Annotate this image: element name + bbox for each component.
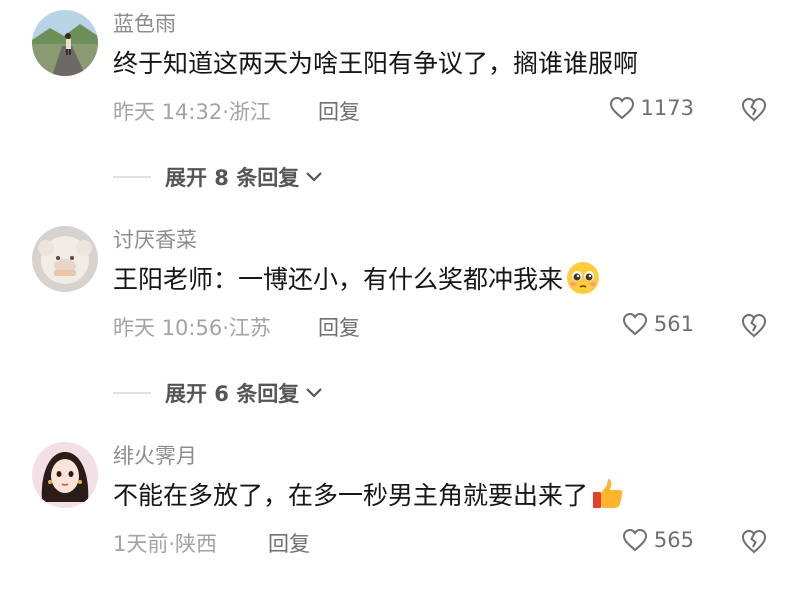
plush-toy-avatar-icon <box>32 226 98 292</box>
broken-heart-icon <box>741 313 767 338</box>
pleading-face-emoji-icon <box>565 260 601 296</box>
expand-replies-label: 展开 8 条回复 <box>165 166 300 190</box>
reply-button[interactable]: 回复 <box>318 96 360 126</box>
like-button[interactable]: 565 <box>622 528 694 552</box>
expand-replies-label: 展开 6 条回复 <box>165 382 300 406</box>
cartoon-girl-avatar-icon <box>32 442 98 508</box>
heart-icon <box>622 528 647 552</box>
comment-text: 王阳老师：一博还小，有什么奖都冲我来 <box>113 260 601 296</box>
roadside-photo-avatar-icon <box>32 10 98 76</box>
reply-button[interactable]: 回复 <box>318 312 360 342</box>
like-count: 1173 <box>640 96 694 120</box>
avatar[interactable] <box>32 442 98 508</box>
comment-text-content: 终于知道这两天为啥王阳有争议了，搁谁谁服啊 <box>113 49 639 78</box>
expand-replies-button[interactable]: 展开 6 条回复 <box>113 378 323 408</box>
dislike-button[interactable] <box>740 96 768 122</box>
like-button[interactable]: 1173 <box>609 96 694 120</box>
comment-item: 蓝色雨 终于知道这两天为啥王阳有争议了，搁谁谁服啊 昨天 14:32·浙江 回复… <box>0 8 800 190</box>
username[interactable]: 蓝色雨 <box>113 8 176 38</box>
comment-item: 讨厌香菜 王阳老师：一博还小，有什么奖都冲我来 昨天 10:56·江苏 回复 5… <box>0 224 800 406</box>
chevron-down-icon <box>306 172 323 182</box>
username[interactable]: 绯火霁月 <box>113 440 197 470</box>
like-button[interactable]: 561 <box>622 312 694 336</box>
expand-replies-button[interactable]: 展开 8 条回复 <box>113 162 323 192</box>
thumbs-up-emoji-icon <box>590 476 626 512</box>
broken-heart-icon <box>741 529 767 554</box>
reply-button[interactable]: 回复 <box>268 528 310 558</box>
heart-icon <box>622 312 647 336</box>
comment-meta: 1天前·陕西 <box>113 532 218 556</box>
chevron-down-icon <box>306 388 323 398</box>
avatar[interactable] <box>32 10 98 76</box>
comment-text: 终于知道这两天为啥王阳有争议了，搁谁谁服啊 <box>113 44 638 80</box>
dislike-button[interactable] <box>740 528 768 554</box>
comment-text: 不能在多放了，在多一秒男主角就要出来了 <box>113 476 626 512</box>
like-count: 565 <box>653 528 694 552</box>
comment-text-content: 王阳老师：一博还小，有什么奖都冲我来 <box>113 265 564 294</box>
comment-text-content: 不能在多放了，在多一秒男主角就要出来了 <box>113 481 589 510</box>
divider <box>113 176 151 178</box>
comment-meta: 昨天 14:32·浙江 <box>113 100 271 124</box>
username[interactable]: 讨厌香菜 <box>113 224 197 254</box>
like-count: 561 <box>653 312 694 336</box>
dislike-button[interactable] <box>740 312 768 338</box>
avatar[interactable] <box>32 226 98 292</box>
heart-icon <box>609 96 634 120</box>
broken-heart-icon <box>741 97 767 122</box>
comment-meta: 昨天 10:56·江苏 <box>113 316 271 340</box>
divider <box>113 392 151 394</box>
comment-item: 绯火霁月 不能在多放了，在多一秒男主角就要出来了 1天前·陕西 回复 565 <box>0 442 800 592</box>
